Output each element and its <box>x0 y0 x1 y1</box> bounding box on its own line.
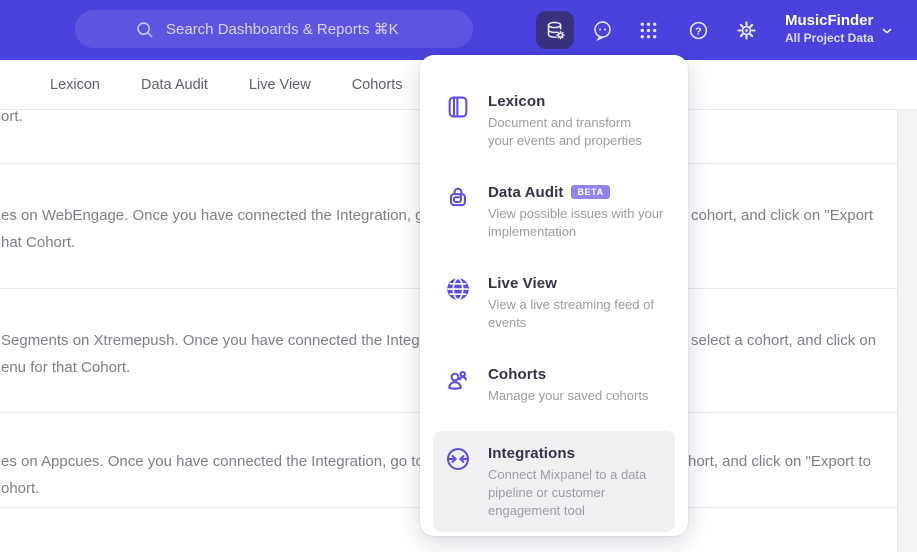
tab-data-audit[interactable]: Data Audit <box>141 77 208 93</box>
tab-lexicon[interactable]: Lexicon <box>50 77 100 93</box>
apps-grid-button[interactable] <box>629 11 667 49</box>
menu-item-data-audit[interactable]: Data Audit BETA View possible issues wit… <box>433 170 675 253</box>
menu-item-title: Live View <box>488 274 557 292</box>
content-row-text: hat Cohort. <box>1 234 76 251</box>
content-row-text: hort, and click on "Export to <box>688 453 871 470</box>
data-audit-lock-icon <box>450 187 466 207</box>
gear-icon <box>736 20 756 40</box>
tools-dropdown-menu: Lexicon Document and transform your even… <box>420 55 688 536</box>
menu-item-description: Connect Mixpanel to a data pipeline or c… <box>488 467 647 518</box>
data-management-button[interactable] <box>536 11 574 49</box>
menu-item-cohorts[interactable]: Cohorts Manage your saved cohorts <box>433 352 675 417</box>
chat-face-icon <box>593 20 611 41</box>
search-icon <box>137 21 153 37</box>
menu-item-description: Document and transform your events and p… <box>488 115 642 148</box>
content-row-text: Segments on Xtremepush. Once you have co… <box>1 332 462 349</box>
content-row-text: ohort. <box>1 480 40 497</box>
app-header: ? MusicFinder All Pro <box>0 0 917 60</box>
project-switcher[interactable]: MusicFinder All Project Data <box>785 11 874 46</box>
content-row-text: es on Appcues. Once you have connected t… <box>1 453 466 470</box>
menu-item-description: View possible issues with your implement… <box>488 206 664 239</box>
search-input[interactable] <box>166 20 414 38</box>
content-row-text: ort. <box>1 108 23 125</box>
svg-text:?: ? <box>695 25 701 37</box>
project-name: MusicFinder <box>785 12 874 29</box>
menu-item-title: Lexicon <box>488 92 546 110</box>
project-switcher-chevron[interactable] <box>876 20 898 42</box>
beta-badge: BETA <box>571 185 610 199</box>
content-row-text: cohort, and click on "Export <box>691 207 874 224</box>
database-gear-icon <box>547 21 565 39</box>
menu-item-title: Cohorts <box>488 365 547 383</box>
menu-item-title: Data Audit <box>488 183 564 201</box>
project-scope: All Project Data <box>785 31 874 45</box>
chevron-down-icon <box>882 28 892 34</box>
menu-item-description: View a live streaming feed of events <box>488 297 654 330</box>
help-button[interactable]: ? <box>679 11 717 49</box>
tab-cohorts[interactable]: Cohorts <box>352 77 403 93</box>
tab-live-view[interactable]: Live View <box>249 77 311 93</box>
menu-item-live-view[interactable]: Live View View a live streaming feed of … <box>433 261 675 344</box>
integrations-sync-icon <box>447 448 469 470</box>
content-row-text: es on WebEngage. Once you have connected… <box>1 207 474 224</box>
app-screen: ? MusicFinder All Pro <box>0 0 917 552</box>
feedback-button[interactable] <box>583 11 621 49</box>
cohorts-people-icon <box>448 370 467 390</box>
scrollbar-track[interactable] <box>897 110 917 552</box>
menu-item-integrations[interactable]: Integrations Connect Mixpanel to a data … <box>433 431 675 532</box>
settings-button[interactable] <box>727 11 765 49</box>
search-bar[interactable] <box>75 10 473 48</box>
menu-item-description: Manage your saved cohorts <box>488 388 649 403</box>
help-icon: ? <box>689 21 707 39</box>
live-view-globe-icon <box>447 277 469 301</box>
menu-item-lexicon[interactable]: Lexicon Document and transform your even… <box>433 79 675 162</box>
apps-grid-icon <box>640 22 656 38</box>
content-row-text: select a cohort, and click on <box>691 332 877 349</box>
content-row-text: enu for that Cohort. <box>1 359 131 376</box>
lexicon-book-icon <box>448 96 468 118</box>
menu-item-title: Integrations <box>488 444 576 462</box>
